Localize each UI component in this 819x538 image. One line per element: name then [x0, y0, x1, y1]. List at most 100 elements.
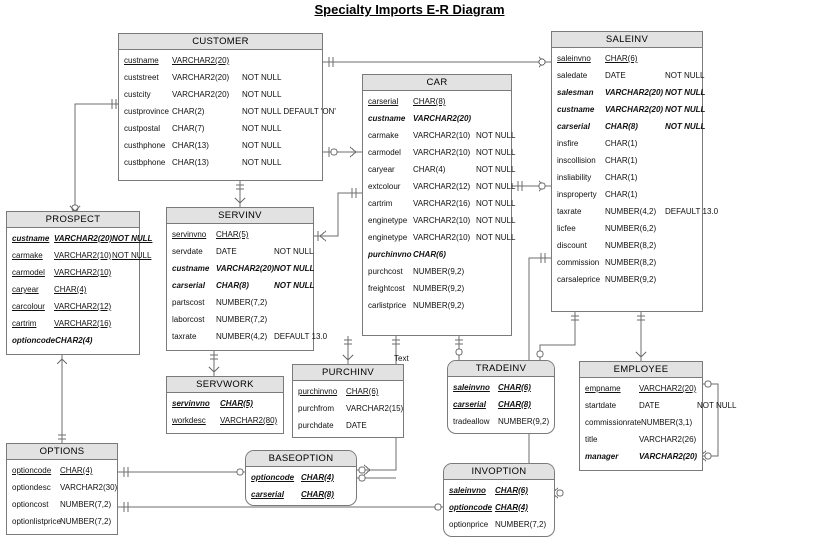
- attribute-type: CHAR(1): [605, 190, 638, 199]
- attribute-type: CHAR(6): [346, 387, 379, 396]
- attribute-name: enginetype: [368, 216, 408, 225]
- attribute-name: salesman: [557, 88, 594, 97]
- attribute-type: DATE: [346, 421, 367, 430]
- entity-tradeinv[interactable]: TRADEINV saleinvno CHAR(6) carserial CHAR(8)…: [447, 360, 555, 434]
- attribute-row: purchcost NUMBER(9,2): [363, 263, 511, 280]
- attribute-constraint: NOT NULL: [476, 165, 516, 174]
- attribute-row: carserial CHAR(8): [246, 486, 356, 503]
- attribute-type: NUMBER(8,2): [605, 258, 657, 267]
- attribute-row: custname VARCHAR2(20): [363, 110, 511, 127]
- entity-car[interactable]: CAR carserial CHAR(8) custname VARCHAR2(20) c…: [362, 74, 515, 336]
- attribute-row: partscost NUMBER(7,2): [167, 294, 313, 311]
- attribute-name: manager: [585, 452, 619, 461]
- entity-options[interactable]: OPTIONS optioncode CHAR(4) optiondesc VARCHA…: [6, 443, 118, 535]
- attribute-row: carserial CHAR(8) NOT NULL: [552, 118, 706, 135]
- attribute-constraint: DEFAULT 13.0: [274, 332, 328, 341]
- entity-title: TRADEINV: [448, 361, 554, 377]
- attribute-type: NUMBER(9,2): [413, 267, 465, 276]
- attribute-type: NUMBER(9,2): [413, 301, 465, 310]
- attribute-name: custhphone: [124, 141, 166, 150]
- attribute-row: saleinvno CHAR(6): [448, 379, 554, 396]
- attribute-name: insliability: [557, 173, 592, 182]
- attribute-name: optionlistprice: [12, 517, 61, 526]
- attribute-constraint: NOT NULL: [112, 234, 153, 243]
- er-diagram-canvas: Specialty Imports E-R Diagram CUSTOMER c…: [0, 0, 819, 538]
- attribute-row: custpostal CHAR(7) NOT NULL: [119, 120, 322, 137]
- attribute-row: inscollision CHAR(1): [552, 152, 702, 169]
- attribute-type: VARCHAR2(20): [605, 105, 664, 114]
- attribute-type: DATE: [216, 247, 237, 256]
- attribute-name: commission: [557, 258, 600, 267]
- attribute-name: carlistprice: [368, 301, 407, 310]
- entity-servinv[interactable]: SERVINV servinvno CHAR(5) servdate DATE NOT N…: [166, 207, 327, 351]
- entity-title: BASEOPTION: [246, 451, 356, 467]
- attribute-row: licfee NUMBER(6,2): [552, 220, 702, 237]
- attribute-name: carmake: [12, 251, 43, 260]
- attribute-row: carmodel VARCHAR2(10) NOT NULL: [363, 144, 515, 161]
- attribute-name: carmodel: [12, 268, 45, 277]
- attribute-row: tradeallow NUMBER(9,2): [448, 413, 554, 430]
- attribute-constraint: NOT NULL: [665, 122, 706, 131]
- attribute-name: workdesc: [172, 416, 206, 425]
- entity-saleinv[interactable]: SALEINV saleinvno CHAR(6) saledate DATE NOT N…: [551, 31, 718, 312]
- entity-invoption[interactable]: INVOPTION saleinvno CHAR(6) optioncode CHAR(…: [443, 463, 555, 537]
- attribute-row: optiondesc VARCHAR2(30): [7, 479, 117, 496]
- attribute-type: CHAR(13): [172, 158, 209, 167]
- attribute-name: saleinvno: [557, 54, 591, 63]
- attribute-name: taxrate: [557, 207, 582, 216]
- attribute-name: optioncost: [12, 500, 49, 509]
- attribute-name: caryear: [368, 165, 395, 174]
- attribute-row: custbphone CHAR(13) NOT NULL: [119, 154, 322, 171]
- entity-title: PROSPECT: [7, 212, 139, 228]
- attribute-name: purchinvno: [368, 250, 412, 259]
- attribute-type: VARCHAR2(20): [54, 234, 113, 243]
- attribute-row: carserial CHAR(8) NOT NULL: [167, 277, 314, 294]
- attribute-name: tradeallow: [453, 417, 490, 426]
- entity-prospect[interactable]: PROSPECT custname VARCHAR2(20) NOT NULL carm…: [6, 211, 152, 355]
- attribute-name: startdate: [585, 401, 617, 410]
- attribute-name: servinvno: [172, 230, 207, 239]
- entity-employee[interactable]: EMPLOYEE empname VARCHAR2(20) startdate DATE…: [579, 361, 736, 471]
- attribute-row: optioncode CHAR2(4): [7, 332, 139, 349]
- attribute-row: purchdate DATE: [293, 417, 403, 434]
- attribute-constraint: NOT NULL: [476, 216, 516, 225]
- attribute-constraint: NOT NULL: [665, 88, 706, 97]
- attribute-row: enginetype VARCHAR2(10) NOT NULL: [363, 212, 515, 229]
- attribute-type: CHAR(4): [60, 466, 93, 475]
- attribute-name: servinvno: [172, 399, 210, 408]
- attribute-row: workdesc VARCHAR2(80): [167, 412, 283, 429]
- attribute-constraint: NOT NULL: [697, 401, 737, 410]
- attribute-type: CHAR(6): [495, 486, 528, 495]
- attribute-type: VARCHAR2(16): [413, 199, 471, 208]
- entity-servwork[interactable]: SERVWORK servinvno CHAR(5) workdesc VARCHAR2…: [166, 376, 284, 434]
- attribute-type: CHAR(6): [605, 54, 638, 63]
- attribute-type: CHAR(8): [301, 490, 334, 499]
- attribute-row: caryear CHAR(4) NOT NULL: [363, 161, 515, 178]
- attribute-row: cartrim VARCHAR2(16) NOT NULL: [363, 195, 515, 212]
- attribute-row: servinvno CHAR(5): [167, 226, 313, 243]
- attribute-name: custname: [12, 234, 50, 243]
- attribute-row: saleinvno CHAR(6): [444, 482, 554, 499]
- attribute-type: VARCHAR2(20): [172, 56, 230, 65]
- attribute-type: CHAR(6): [413, 250, 446, 259]
- entity-title: CAR: [363, 75, 511, 91]
- entity-customer[interactable]: CUSTOMER custname VARCHAR2(20) custstreet VA…: [118, 33, 336, 181]
- attribute-name: custstreet: [124, 73, 159, 82]
- attribute-name: carserial: [172, 281, 205, 290]
- attribute-name: inscollision: [557, 156, 596, 165]
- entity-title: SERVINV: [167, 208, 313, 224]
- attribute-row: carsaleprice NUMBER(9,2): [552, 271, 702, 288]
- attribute-row: enginetype VARCHAR2(10) NOT NULL: [363, 229, 515, 246]
- attribute-row: custprovince CHAR(2) NOT NULL DEFAULT 'ON': [119, 103, 336, 120]
- entity-purchinv[interactable]: PURCHINV purchinvno CHAR(6) purchfrom VARCHA…: [292, 364, 404, 438]
- attribute-name: carserial: [557, 122, 590, 131]
- attribute-name: licfee: [557, 224, 576, 233]
- attribute-type: NUMBER(3,1): [641, 418, 693, 427]
- attribute-name: partscost: [172, 298, 205, 307]
- attribute-type: VARCHAR2(10): [413, 233, 471, 242]
- entity-baseoption[interactable]: BASEOPTION optioncode CHAR(4) carserial CHAR…: [245, 450, 357, 506]
- attribute-list: custname VARCHAR2(20) NOT NULL carmake VARCH…: [7, 228, 152, 351]
- attribute-name: insproperty: [557, 190, 597, 199]
- attribute-row: custname VARCHAR2(20) NOT NULL: [167, 260, 314, 277]
- attribute-name: saleinvno: [449, 486, 486, 495]
